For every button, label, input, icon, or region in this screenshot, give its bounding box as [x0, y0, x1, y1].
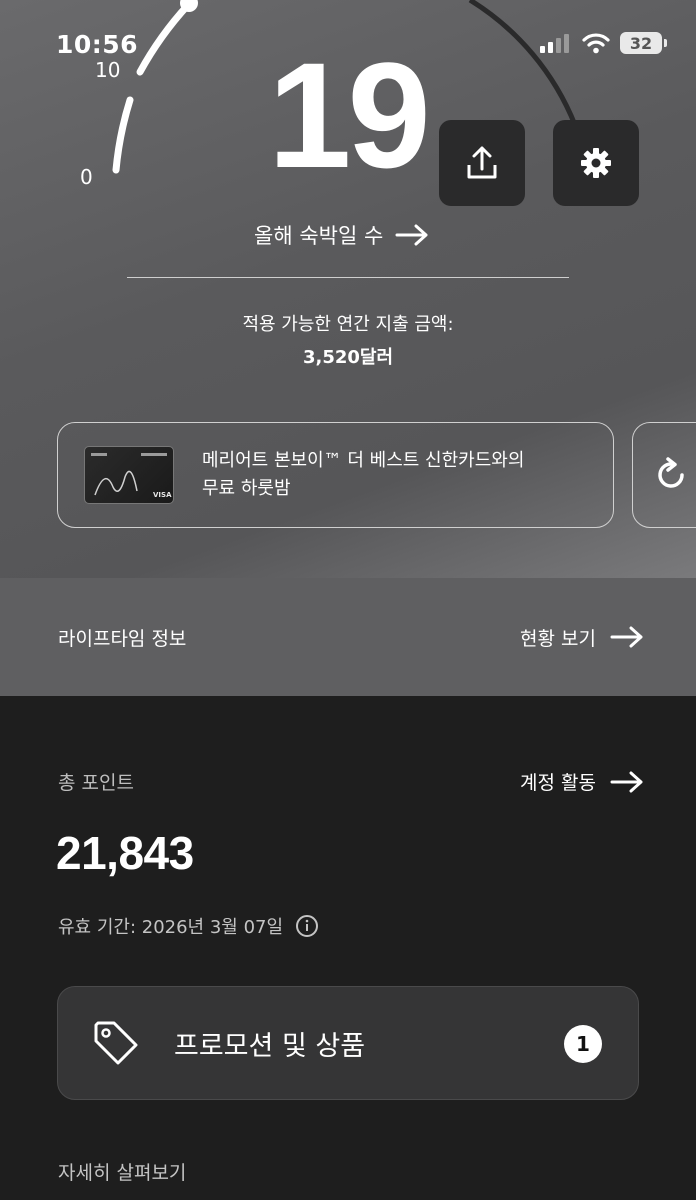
status-time: 10:56: [56, 30, 139, 59]
status-icons: 32: [540, 32, 667, 54]
arrow-right-icon: [610, 626, 643, 648]
explore-heading: 자세히 살펴보기: [58, 1162, 187, 1184]
tag-icon: [94, 1021, 138, 1065]
points-section: 총 포인트 계정 활동 21,843 유효 기간: 2026년 3월 07일 프…: [0, 696, 696, 1200]
divider: [127, 277, 569, 278]
share-icon: [467, 146, 497, 179]
annual-spend-value: 3,520달러: [302, 347, 394, 368]
next-offer-card[interactable]: [632, 422, 696, 528]
night-progress-section: 10:56 32 10 0 19 올해 숙박일 수 적용 가능한 연간 지출 금…: [0, 0, 696, 578]
arrow-right-icon: [610, 771, 643, 792]
share-button[interactable]: [439, 120, 525, 206]
gauge-tick-0: 0: [80, 165, 93, 189]
nights-count: 19: [268, 31, 431, 199]
gauge-tick-10: 10: [95, 58, 121, 82]
promotions-count-badge: 1: [564, 1025, 602, 1063]
info-icon[interactable]: [295, 914, 319, 938]
battery-icon: 32: [620, 32, 667, 54]
total-points-value: 21,843: [56, 827, 194, 879]
arrow-right-icon: [395, 224, 428, 246]
refresh-icon: [658, 457, 684, 488]
view-status-link[interactable]: 현황 보기: [520, 624, 644, 651]
lifetime-title: 라이프타임 정보: [58, 627, 187, 650]
nights-this-year-link[interactable]: 올해 숙박일 수: [254, 220, 429, 250]
promotions-button[interactable]: 프로모션 및 상품 1: [57, 986, 639, 1100]
annual-spend-label: 적용 가능한 연간 지출 금액:: [242, 314, 454, 335]
total-points-label: 총 포인트: [58, 772, 134, 794]
settings-button[interactable]: [553, 120, 639, 206]
lifetime-info-row: 라이프타임 정보 현황 보기: [0, 578, 696, 696]
card-offer-text: 메리어트 본보이™ 더 베스트 신한카드와의 무료 하룻밤: [202, 450, 525, 499]
credit-card-image: VISA: [84, 446, 174, 504]
points-expiry: 유효 기간: 2026년 3월 07일: [58, 913, 319, 939]
account-activity-link[interactable]: 계정 활동: [520, 768, 644, 795]
promotions-label: 프로모션 및 상품: [174, 1030, 366, 1062]
gear-icon: [581, 148, 611, 178]
signal-icon: [540, 34, 569, 53]
wifi-icon: [582, 33, 610, 54]
card-offer-banner[interactable]: VISA 메리어트 본보이™ 더 베스트 신한카드와의 무료 하룻밤: [57, 422, 614, 528]
nights-label: 올해 숙박일 수: [254, 224, 384, 248]
svg-text:VISA: VISA: [153, 491, 172, 499]
